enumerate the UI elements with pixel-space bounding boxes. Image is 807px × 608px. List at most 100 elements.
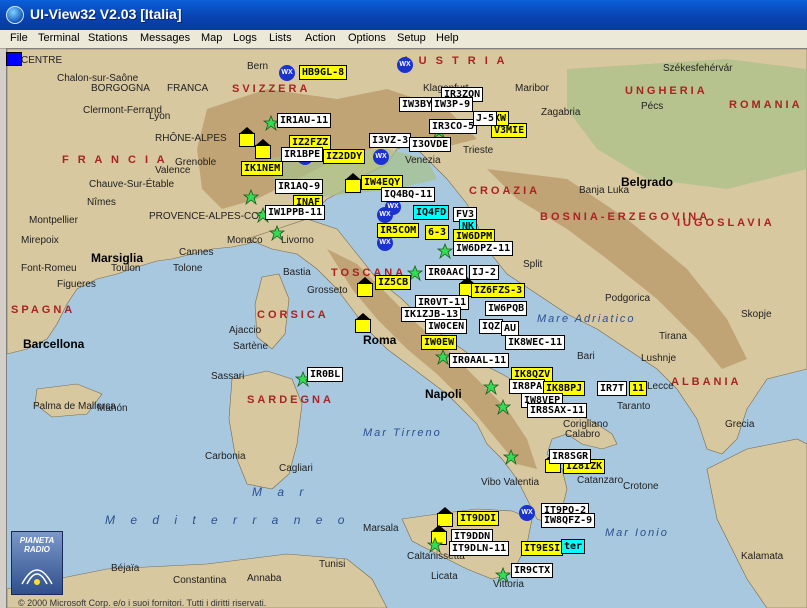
map-label-grosseto: Grosseto [307, 285, 348, 296]
station-label[interactable]: J-5 [473, 111, 498, 126]
station-label[interactable]: IR1AU-11 [277, 113, 332, 128]
station-label[interactable]: IW6DPZ-11 [453, 241, 514, 256]
station-label[interactable]: IR8SAX-11 [527, 403, 588, 418]
station-label[interactable]: IQ4FD [413, 205, 450, 220]
app-globe-icon[interactable] [6, 6, 24, 24]
digipeater-star-icon[interactable] [269, 225, 285, 241]
map-label-francia: F R A N C I A [62, 154, 168, 166]
map-label-croazia: CROAZIA [469, 185, 541, 197]
station-label[interactable]: IK1NEM [241, 161, 284, 176]
station-label[interactable]: IR1AQ-9 [275, 179, 324, 194]
map-label-sartene: Sartène [233, 341, 269, 352]
station-label[interactable]: IZ2DDY [323, 149, 366, 164]
map-label-crotone: Crotone [623, 481, 659, 492]
home-station-icon[interactable] [355, 313, 371, 333]
map-label-livorno: Livorno [281, 235, 314, 246]
map-label-valence: Valence [155, 165, 191, 176]
station-label[interactable]: IW0EW [421, 335, 458, 350]
menu-options[interactable]: Options [348, 32, 386, 44]
map-label-pecs: Pécs [641, 101, 664, 112]
station-label[interactable]: IW6PQB [485, 301, 528, 316]
station-label[interactable]: IR1BPE [281, 147, 324, 162]
map-label-toulone: Tolone [173, 263, 203, 274]
station-label[interactable]: 11 [629, 381, 648, 396]
weather-station-icon[interactable]: WX [377, 207, 393, 223]
map-label-lecce: Lecce [647, 381, 674, 392]
station-label[interactable]: IR9CTX [511, 563, 554, 578]
map-label-zagabria: Zagabria [541, 107, 581, 118]
station-label[interactable]: IR3CO-5 [429, 119, 478, 134]
map-label-tirana: Tirana [659, 331, 687, 342]
digipeater-star-icon[interactable] [483, 379, 499, 395]
station-label[interactable]: IR8PA [509, 379, 546, 394]
map-label-licata: Licata [431, 571, 458, 582]
home-station-icon[interactable] [345, 173, 361, 193]
menu-logs[interactable]: Logs [233, 32, 257, 44]
home-station-icon[interactable] [255, 139, 271, 159]
station-label[interactable]: IR5COM [377, 223, 420, 238]
home-station-icon[interactable] [357, 277, 373, 297]
station-label[interactable]: IJ-2 [469, 265, 500, 280]
station-label[interactable]: IT9DDI [457, 511, 500, 526]
station-label[interactable]: HB9GL-8 [299, 65, 348, 80]
station-label[interactable]: IW3P-9 [431, 97, 474, 112]
digipeater-star-icon[interactable] [495, 399, 511, 415]
station-label[interactable]: IK8WEC-11 [505, 335, 566, 350]
menu-map[interactable]: Map [201, 32, 222, 44]
map-label-ionio: Mar Ionio [605, 527, 669, 539]
map-label-cagliari: Cagliari [279, 463, 313, 474]
menu-action[interactable]: Action [305, 32, 336, 44]
digipeater-star-icon[interactable] [427, 537, 443, 553]
station-label[interactable]: IR0AAL-11 [449, 353, 510, 368]
digipeater-star-icon[interactable] [437, 243, 453, 259]
station-label[interactable]: IT9ESI [521, 541, 564, 556]
map-label-mediterraneo: M e d i t e r r a n e o [105, 513, 351, 527]
digipeater-star-icon[interactable] [503, 449, 519, 465]
station-label[interactable]: I3VZ-3 [369, 133, 412, 148]
pianeta-radio-logo: PIANETA RADIO [11, 531, 63, 595]
station-label[interactable]: AU [501, 321, 520, 336]
home-station-icon[interactable] [239, 127, 255, 147]
digipeater-star-icon[interactable] [243, 189, 259, 205]
weather-station-icon[interactable]: WX [279, 65, 295, 81]
map-canvas[interactable]: A U S T R I A SVIZZERA F R A N C I A UNGHER… [6, 48, 807, 608]
map-label-nimes: Nîmes [87, 197, 116, 208]
station-label[interactable]: IQZ [479, 319, 504, 334]
map-label-roma: Roma [363, 333, 397, 347]
station-label[interactable]: IZ5CB [375, 275, 412, 290]
map-label-sassari: Sassari [211, 371, 245, 382]
map-label-skopje: Skopje [741, 309, 772, 320]
station-label[interactable]: IQ4BQ-11 [381, 187, 436, 202]
menu-stations[interactable]: Stations [88, 32, 128, 44]
map-label-annaba: Annaba [247, 573, 282, 584]
station-label[interactable]: IT9DLN-11 [449, 541, 510, 556]
map-label-podgorica: Podgorica [605, 293, 651, 304]
map-label-spagna: SPAGNA [11, 304, 76, 316]
station-label[interactable]: ter [561, 539, 586, 554]
weather-station-icon[interactable]: WX [397, 57, 413, 73]
menu-file[interactable]: File [10, 32, 28, 44]
menu-lists[interactable]: Lists [269, 32, 292, 44]
station-label[interactable]: IR8SGR [549, 449, 592, 464]
logo-text: PIANETA RADIO [19, 536, 55, 554]
station-label[interactable]: IR7T [597, 381, 628, 396]
station-label[interactable]: IR0AAC [425, 265, 468, 280]
station-label[interactable]: I3OVDE [409, 137, 452, 152]
digipeater-star-icon[interactable] [495, 567, 511, 583]
map-label-mahon: Mahón [97, 403, 128, 414]
weather-station-icon[interactable]: WX [519, 505, 535, 521]
weather-station-icon[interactable]: WX [373, 149, 389, 165]
station-label[interactable]: IZ6FZS-3 [471, 283, 526, 298]
menu-setup[interactable]: Setup [397, 32, 426, 44]
station-label[interactable]: IW0CEN [425, 319, 468, 334]
menu-messages[interactable]: Messages [140, 32, 190, 44]
menu-help[interactable]: Help [436, 32, 459, 44]
station-label[interactable]: IW1PPB-11 [265, 205, 326, 220]
map-label-bari: Bari [577, 351, 595, 362]
station-label[interactable]: IW8QFZ-9 [541, 513, 596, 528]
station-label[interactable]: 6-3 [425, 225, 450, 240]
title-bar: UI-View32 V2.03 [Italia] [0, 0, 807, 30]
map-label-romania: ROMANIA [729, 99, 803, 111]
station-label[interactable]: IR0BL [307, 367, 344, 382]
menu-terminal[interactable]: Terminal [38, 32, 80, 44]
